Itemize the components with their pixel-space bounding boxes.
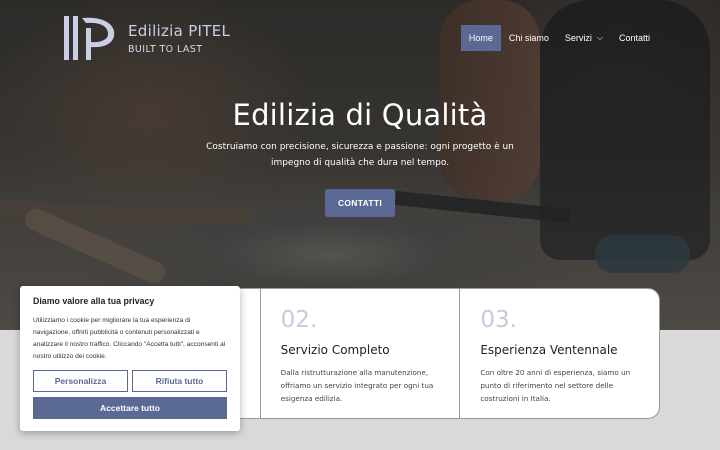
card-number: 02. [280,307,318,333]
logo-mark-icon [64,16,115,60]
logo-text: Edilizia PITEL BUILT TO LAST [128,22,230,55]
nav-item-chi-siamo[interactable]: Chi siamo [501,25,557,51]
cookie-title: Diamo valore alla tua privacy [33,296,155,306]
site-logo[interactable]: Edilizia PITEL BUILT TO LAST [62,14,230,62]
card-number: 03. [480,307,517,333]
hero-title: Edilizia di Qualità [232,98,488,132]
chevron-down-icon: ⌵ [596,33,603,42]
hero-section: Edilizia PITEL BUILT TO LAST Home Chi si… [0,0,720,330]
feature-card: 03. Esperienza Ventennale Con oltre 20 a… [460,289,659,418]
nav-item-label: Contatti [618,33,650,43]
contact-cta-button[interactable]: CONTATTI [325,189,395,217]
nav-item-label: Home [468,33,493,43]
nav-item-contatti[interactable]: Contatti [611,25,658,51]
main-nav: Home Chi siamo Servizi ⌵ Contatti [460,25,658,51]
reject-all-button[interactable]: Rifiuta tutto [132,370,227,392]
customize-cookies-button[interactable]: Personalizza [33,370,128,392]
brand-tagline: BUILT TO LAST [128,43,203,55]
cookie-button-row: Personalizza Rifiuta tutto [33,370,227,392]
card-title: Esperienza Ventennale [480,343,618,357]
cookie-text: Utilizziamo i cookie per migliorare la t… [33,317,226,360]
nav-item-servizi[interactable]: Servizi ⌵ [557,25,611,51]
nav-item-label: Servizi [564,33,592,43]
hero-subtitle: Costruiamo con precisione, sicurezza e p… [206,142,514,168]
nav-item-home[interactable]: Home [460,25,501,51]
card-text: Dalla ristrutturazione alla manutenzione… [280,368,434,403]
accept-all-button[interactable]: Accettare tutto [33,397,227,419]
card-title: Servizio Completo [280,343,390,357]
cookie-consent-banner: Diamo valore alla tua privacy Utilizziam… [20,286,240,431]
feature-card: 02. Servizio Completo Dalla ristrutturaz… [261,289,461,418]
page: Edilizia PITEL BUILT TO LAST Home Chi si… [0,0,720,450]
card-text: Con oltre 20 anni di esperienza, siamo u… [480,368,631,403]
nav-item-label: Chi siamo [508,33,549,43]
brand-name: Edilizia PITEL [128,21,231,40]
